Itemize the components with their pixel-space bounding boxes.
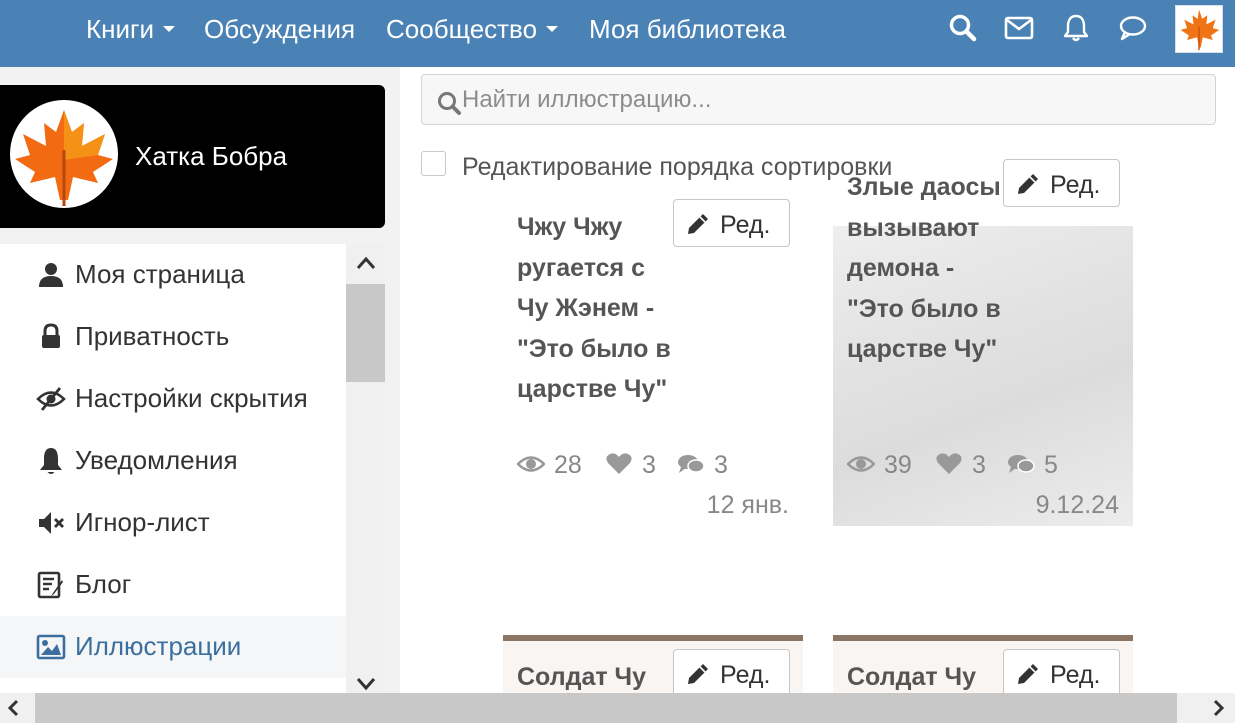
sidebar-item-privacy[interactable]: Приватность xyxy=(0,306,346,368)
edit-button[interactable]: Ред. xyxy=(1003,159,1120,207)
chat-icon[interactable] xyxy=(1118,13,1148,43)
likes-stat[interactable]: 3 xyxy=(935,450,995,480)
card-title[interactable]: Солдат Чу xyxy=(847,657,997,693)
nav-my-library-link[interactable]: Моя библиотека xyxy=(589,13,786,45)
nav-books-label: Книги xyxy=(86,14,155,44)
chevron-down-icon[interactable] xyxy=(355,672,377,694)
illustration-card[interactable]: Солдат Чу Ред. xyxy=(833,635,1133,693)
pencil-icon xyxy=(688,664,708,684)
profile-card[interactable]: Хатка Бобра xyxy=(0,85,385,228)
sidebar-item-label: Игнор-лист xyxy=(75,507,210,537)
scrollbar-thumb[interactable] xyxy=(346,284,385,382)
eye-icon xyxy=(847,456,875,472)
card-title[interactable]: Злые даосы вызывают демона - "Это было в… xyxy=(847,167,1007,370)
edit-button[interactable]: Ред. xyxy=(1003,649,1120,693)
comments-stat[interactable]: 3 xyxy=(677,450,737,480)
likes-count: 3 xyxy=(642,451,656,479)
edit-button-label: Ред. xyxy=(720,661,771,689)
sidebar-item-label: Уведомления xyxy=(75,445,238,475)
horizontal-scrollbar[interactable] xyxy=(0,693,1235,723)
chevron-left-icon[interactable] xyxy=(4,698,24,718)
pencil-icon xyxy=(688,214,708,234)
edit-button[interactable]: Ред. xyxy=(673,199,790,247)
sidebar-item-label: Моя страница xyxy=(75,259,245,289)
mail-icon[interactable] xyxy=(1004,13,1034,43)
bell-icon xyxy=(36,446,66,476)
illustration-card[interactable]: Злые даосы вызывают демона - "Это было в… xyxy=(833,159,1133,526)
illustration-card[interactable]: Чжу Чжу ругается с Чу Жэнем - "Это было … xyxy=(503,199,803,530)
user-avatar-button[interactable] xyxy=(1175,5,1223,53)
blog-icon xyxy=(36,570,66,600)
card-date: 12 янв. xyxy=(706,491,789,519)
pencil-icon xyxy=(1018,664,1038,684)
comments-count: 5 xyxy=(1044,451,1058,479)
likes-stat[interactable]: 3 xyxy=(605,450,665,480)
nav-discussions-link[interactable]: Обсуждения xyxy=(204,13,355,45)
sidebar-item-illustrations[interactable]: Иллюстрации xyxy=(0,616,346,678)
scrollbar-thumb[interactable] xyxy=(35,693,1177,723)
search-icon xyxy=(436,90,462,116)
sidebar-item-my-page[interactable]: Моя страница xyxy=(0,244,346,306)
edit-button-label: Ред. xyxy=(720,211,771,239)
sidebar-item-ignore-list[interactable]: Игнор-лист xyxy=(0,492,346,554)
pencil-icon xyxy=(1018,174,1038,194)
image-icon xyxy=(36,632,66,662)
sidebar-item-next[interactable] xyxy=(0,678,346,693)
views-count: 39 xyxy=(884,451,912,479)
maple-leaf-icon xyxy=(1180,9,1220,51)
comments-stat[interactable]: 5 xyxy=(1007,450,1067,480)
top-navbar: Книги Обсуждения Сообщество Моя библиоте… xyxy=(0,0,1235,67)
sidebar-item-label: Настройки скрытия xyxy=(75,383,308,413)
user-icon xyxy=(36,260,66,290)
sidebar-scrollbar[interactable] xyxy=(346,244,385,693)
sidebar-item-notifications[interactable]: Уведомления xyxy=(0,430,346,492)
bell-icon[interactable] xyxy=(1061,13,1091,43)
caret-down-icon xyxy=(546,26,559,33)
views-stat: 28 xyxy=(517,450,597,480)
maple-leaf-icon xyxy=(15,110,113,206)
nav-community-label: Сообщество xyxy=(386,14,538,44)
sidebar-item-label: Блог xyxy=(75,569,132,599)
card-date: 9.12.24 xyxy=(1035,491,1119,519)
comments-icon xyxy=(1008,455,1035,473)
likes-count: 3 xyxy=(972,451,986,479)
views-count: 28 xyxy=(554,451,582,479)
chevron-right-icon[interactable] xyxy=(1208,698,1228,718)
nav-community-dropdown[interactable]: Сообщество xyxy=(386,13,559,45)
mute-icon xyxy=(36,508,66,538)
sidebar-item-label: Приватность xyxy=(75,321,230,351)
chevron-up-icon[interactable] xyxy=(355,253,377,275)
sort-edit-checkbox[interactable] xyxy=(421,151,446,176)
heart-icon xyxy=(606,453,632,474)
comments-count: 3 xyxy=(714,451,728,479)
card-title[interactable]: Солдат Чу xyxy=(517,657,667,693)
card-top-border xyxy=(503,635,803,641)
search-box[interactable] xyxy=(421,74,1216,125)
edit-button[interactable]: Ред. xyxy=(673,649,790,693)
avatar xyxy=(10,100,118,208)
card-top-border xyxy=(833,635,1133,641)
sort-edit-label: Редактирование порядка сортировки xyxy=(462,153,893,181)
sidebar-item-label: Иллюстрации xyxy=(75,631,242,661)
views-stat: 39 xyxy=(847,450,927,480)
sidebar-item-hide-settings[interactable]: Настройки скрытия xyxy=(0,368,346,430)
illustration-card[interactable]: Солдат Чу Ред. xyxy=(503,635,803,693)
eye-icon xyxy=(517,456,545,472)
heart-icon xyxy=(936,453,962,474)
search-icon[interactable] xyxy=(948,13,978,43)
edit-button-label: Ред. xyxy=(1050,171,1101,199)
sidebar-menu: Моя страница Приватность Настройки скрыт… xyxy=(0,244,346,693)
edit-button-label: Ред. xyxy=(1050,661,1101,689)
nav-books-dropdown[interactable]: Книги xyxy=(86,13,176,45)
caret-down-icon xyxy=(163,26,176,33)
sidebar-item-blog[interactable]: Блог xyxy=(0,554,346,616)
profile-name[interactable]: Хатка Бобра xyxy=(135,140,287,172)
comments-icon xyxy=(678,455,705,473)
lock-icon xyxy=(36,322,66,352)
card-title[interactable]: Чжу Чжу ругается с Чу Жэнем - "Это было … xyxy=(517,207,677,410)
search-input[interactable] xyxy=(462,83,1202,117)
eye-slash-icon xyxy=(36,384,66,414)
